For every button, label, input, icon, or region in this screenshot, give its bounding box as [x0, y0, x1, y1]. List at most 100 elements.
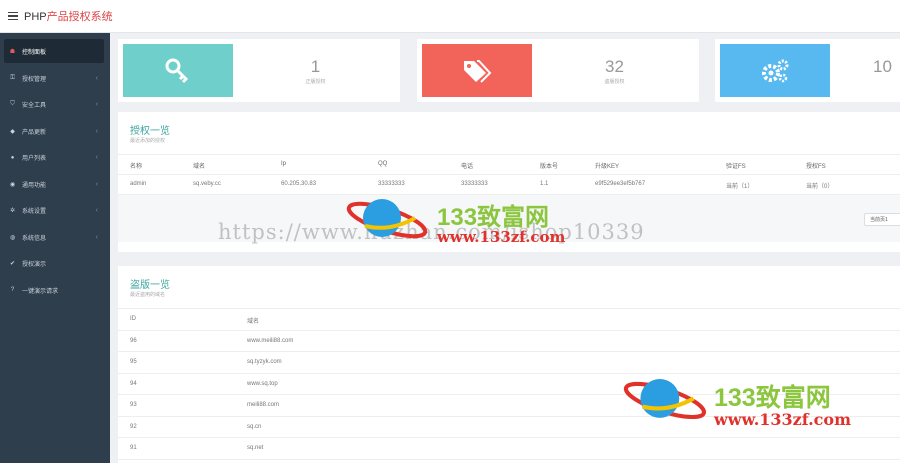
- table-cell: 94: [130, 380, 137, 387]
- table-cell: 91: [130, 445, 137, 451]
- sidebar-item[interactable]: ⚿ 授权管理 ‹: [0, 65, 110, 92]
- column-header: 授权FS: [806, 164, 826, 170]
- sidebar-item-label: 系统信息: [22, 235, 47, 242]
- hamburger-menu-icon[interactable]: [8, 12, 18, 20]
- dashboard-icon: ☗: [9, 48, 16, 55]
- stat-label: 盗版授权: [604, 79, 625, 85]
- stat-icon-box: [422, 44, 532, 97]
- pagination-button[interactable]: 当前页1: [864, 213, 900, 226]
- table-cell: 93: [130, 402, 137, 408]
- app-title: PHP产品授权系统: [24, 11, 113, 23]
- panel-subtitle: 最近添加的授权: [130, 138, 166, 144]
- chevron-left-icon: ‹: [95, 127, 98, 135]
- table-cell: 96: [130, 337, 137, 344]
- panel-subtitle: 最近盗用的域名: [130, 292, 166, 298]
- table-header: ID 域名: [118, 309, 900, 331]
- table-cell: 当前（0）: [806, 184, 834, 190]
- sidebar-item[interactable]: ✲ 系统设置 ‹: [0, 198, 110, 225]
- sidebar-item[interactable]: ⛉ 安全工具 ‹: [0, 92, 110, 119]
- table-row: 96 www.meili88.com: [118, 331, 900, 352]
- sidebar-item[interactable]: ● 用户列表 ‹: [0, 145, 110, 172]
- table-cell: 当前（1）: [726, 184, 754, 190]
- table-cell: 33333333: [461, 181, 488, 187]
- column-header: QQ: [378, 161, 388, 167]
- table-cell: sq.cn: [247, 423, 262, 430]
- chevron-left-icon: ‹: [95, 180, 98, 188]
- gears-icon: [762, 59, 789, 82]
- column-header: 升级KEY: [595, 164, 620, 170]
- top-bar: PHP产品授权系统: [0, 0, 900, 33]
- table-row: 92 sq.cn: [118, 417, 900, 438]
- table-row: admin sq.veby.cc 60.205.30.83 33333333 33333…: [118, 175, 900, 195]
- stat-card-pirated: 32 盗版授权: [417, 39, 699, 102]
- key-icon: ⚿: [10, 74, 15, 81]
- piracy-panel: 盗版一览 最近盗用的域名 ID 域名 96 www.meili88.com 95 sq.…: [118, 266, 900, 463]
- sidebar-item[interactable]: ◆ 产品更新 ‹: [0, 118, 110, 145]
- bell-icon: ◉: [9, 181, 16, 188]
- tags-icon: [464, 59, 492, 83]
- chevron-left-icon: ‹: [95, 207, 98, 215]
- sidebar-item[interactable]: ? 一键演示请求: [0, 277, 110, 304]
- table-cell: 33333333: [378, 181, 405, 187]
- question-icon: ?: [10, 287, 15, 294]
- stat-card-genuine: 1 正版授权: [118, 39, 400, 102]
- key-icon: [165, 58, 189, 83]
- info-icon: ◍: [9, 234, 16, 241]
- column-header: 域名: [193, 164, 206, 170]
- column-header: 域名: [247, 319, 260, 325]
- sidebar: ☗ 控制面板 ⚿ 授权管理 ‹ ⛉ 安全工具 ‹ ◆ 产品更新 ‹ ● 用户列表 ‹ ◉ 通用功能 ‹ ✲ 系统设置…: [0, 33, 110, 463]
- sidebar-item-label: 用户列表: [22, 156, 47, 163]
- stat-label: 正版授权: [305, 79, 326, 85]
- column-header: 验证FS: [726, 164, 746, 170]
- panel-title: 授权一览: [130, 126, 170, 137]
- sidebar-item-label: 系统设置: [22, 209, 47, 216]
- table-cell: www.meili88.com: [247, 337, 294, 344]
- chevron-left-icon: ‹: [95, 233, 98, 241]
- sidebar-item-label: 授权演示: [22, 262, 47, 269]
- table-cell: sq.net: [247, 445, 264, 451]
- check-icon: ✔: [9, 261, 16, 268]
- sidebar-item-label: 安全工具: [22, 103, 47, 110]
- column-header: ID: [130, 316, 136, 322]
- column-header: 电话: [461, 164, 474, 170]
- table-cell: meili88.com: [247, 402, 280, 408]
- table-cell: admin: [130, 181, 147, 187]
- table-cell: 60.205.30.83: [281, 181, 317, 187]
- gears-icon: ✲: [9, 208, 16, 215]
- table-row: 94 www.sq.top: [118, 374, 900, 395]
- table-row: 91 sq.net: [118, 438, 900, 460]
- sidebar-item-label: 控制面板: [22, 49, 47, 56]
- stat-icon-box: [123, 44, 233, 97]
- table-cell: www.sq.top: [247, 380, 278, 387]
- shield-icon: ⛉: [10, 101, 15, 108]
- sidebar-item[interactable]: ☗ 控制面板: [4, 39, 104, 63]
- table-cell: sq.tyzyk.com: [247, 359, 282, 365]
- table-cell: sq.veby.cc: [193, 181, 221, 187]
- table-cell: 92: [130, 423, 137, 430]
- column-header: 版本号: [540, 164, 559, 170]
- stat-value: 1: [310, 57, 321, 76]
- license-table: 名称 域名 Ip QQ 电话 版本号 升级KEY 验证FS 授权FS admin sq.veby.…: [118, 154, 900, 242]
- license-panel: 授权一览 最近添加的授权 名称 域名 Ip QQ 电话 版本号 升级KEY 验证FS 授权FS …: [118, 112, 900, 252]
- stat-value: 32: [605, 57, 624, 76]
- chevron-left-icon: ‹: [95, 101, 98, 109]
- column-header: 名称: [130, 164, 143, 170]
- stat-card-total: 10: [715, 39, 900, 102]
- table-footer: 当前页1: [118, 195, 900, 242]
- table-cell: e9f529ee3ef5b767: [595, 181, 646, 187]
- tag-icon: ◆: [10, 128, 15, 135]
- table-cell: 95: [130, 359, 137, 365]
- sidebar-item[interactable]: ◉ 通用功能 ‹: [0, 171, 110, 198]
- sidebar-item-label: 通用功能: [22, 182, 47, 189]
- sidebar-item[interactable]: ◍ 系统信息 ‹: [0, 224, 110, 251]
- piracy-table: ID 域名 96 www.meili88.com 95 sq.tyzyk.com 94 ww…: [118, 308, 900, 460]
- sidebar-item-label: 一键演示请求: [22, 288, 59, 295]
- sidebar-item[interactable]: ✔ 授权演示: [0, 251, 110, 278]
- chevron-left-icon: ‹: [95, 74, 98, 82]
- column-header: Ip: [281, 161, 287, 167]
- panel-title: 盗版一览: [130, 280, 170, 291]
- sidebar-item-label: 授权管理: [22, 76, 47, 83]
- user-icon: ●: [10, 154, 15, 161]
- table-header: 名称 域名 Ip QQ 电话 版本号 升级KEY 验证FS 授权FS: [118, 155, 900, 175]
- table-row: 95 sq.tyzyk.com: [118, 352, 900, 374]
